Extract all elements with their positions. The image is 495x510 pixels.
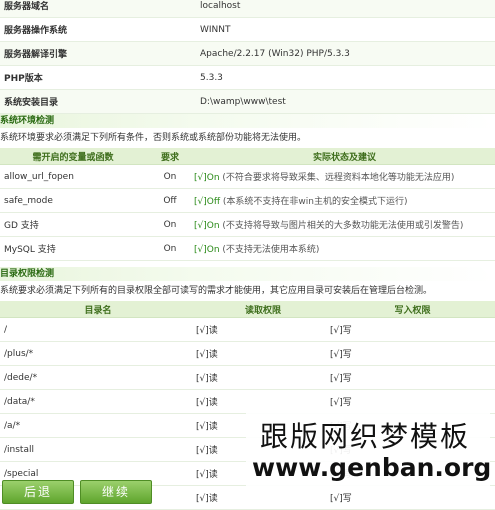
dir-name: /	[0, 317, 196, 342]
dir-name: /a/*	[0, 413, 196, 438]
info-value: 5.3.3	[200, 65, 495, 90]
env-row: MySQL 支持 On [√]On (不支持无法使用本系统)	[0, 236, 495, 261]
dir-row: / [√]读 [√]写	[0, 317, 495, 342]
env-section-title-text: 系统环境检测	[0, 116, 55, 126]
env-header-req: 要求	[146, 148, 194, 165]
info-label: 服务器域名	[0, 0, 200, 18]
dir-name: /install	[0, 437, 196, 462]
env-name: safe_mode	[0, 188, 146, 213]
dir-read: [√]读	[196, 365, 330, 390]
env-name: MySQL 支持	[0, 236, 146, 261]
env-description: 系统环境要求必须满足下列所有条件，否则系统或系统部份功能将无法使用。	[0, 133, 307, 143]
info-row: 服务器解译引擎 Apache/2.2.17 (Win32) PHP/5.3.3	[0, 41, 495, 66]
info-row: 服务器域名 localhost	[0, 0, 495, 18]
env-requirement: On	[146, 236, 194, 261]
section-corner-decoration	[481, 267, 495, 281]
env-note: (不支持将导致与图片相关的大多数功能无法使用或引发警告)	[222, 221, 464, 231]
env-note: (不符合要求将导致采集、远程资料本地化等功能无法应用)	[222, 173, 455, 183]
watermark: 跟版网织梦模板 www.genban.org	[246, 409, 492, 491]
info-row: PHP版本 5.3.3	[0, 65, 495, 90]
env-note: (不支持无法使用本系统)	[222, 245, 320, 255]
env-requirement: On	[146, 164, 194, 189]
env-check-table: 需开启的变量或函数 要求 实际状态及建议 allow_url_fopen On [√…	[0, 148, 495, 261]
env-status-cell: [√]On (不支持无法使用本系统)	[194, 236, 495, 261]
env-status: [√]On	[194, 245, 220, 255]
env-status: [√]On	[194, 173, 220, 183]
dir-name: /data/*	[0, 389, 196, 414]
dir-write: [√]写	[330, 317, 495, 342]
info-label: 服务器操作系统	[0, 17, 200, 42]
info-value: localhost	[200, 0, 495, 18]
section-corner-decoration	[481, 114, 495, 128]
dir-row: /plus/* [√]读 [√]写	[0, 341, 495, 366]
env-name: GD 支持	[0, 212, 146, 237]
env-requirement: Off	[146, 188, 194, 213]
continue-button[interactable]: 继续	[80, 480, 152, 504]
env-status-cell: [√]Off (本系统不支持在非win主机的安全模式下运行)	[194, 188, 495, 213]
dir-name: /dede/*	[0, 365, 196, 390]
dir-description: 系统要求必须满足下列所有的目录权限全部可读写的需求才能使用，其它应用目录可安装后…	[0, 286, 433, 296]
info-row: 服务器操作系统 WINNT	[0, 17, 495, 42]
info-row: 系统安装目录 D:\wamp\www\test	[0, 89, 495, 114]
install-check-page: 服务器域名 localhost 服务器操作系统 WINNT 服务器解译引擎 Apache/…	[0, 0, 495, 510]
watermark-title: 跟版网织梦模板	[260, 420, 471, 453]
env-status-cell: [√]On (不支持将导致与图片相关的大多数功能无法使用或引发警告)	[194, 212, 495, 237]
dir-write: [√]写	[330, 365, 495, 390]
info-value: D:\wamp\www\test	[200, 89, 495, 114]
dir-section-title: 目录权限检测	[0, 267, 495, 281]
env-row: GD 支持 On [√]On (不支持将导致与图片相关的大多数功能无法使用或引发警告…	[0, 212, 495, 237]
server-info-table: 服务器域名 localhost 服务器操作系统 WINNT 服务器解译引擎 Apache/…	[0, 0, 495, 114]
dir-header-read: 读取权限	[196, 301, 330, 318]
info-label: PHP版本	[0, 65, 200, 90]
info-label: 服务器解译引擎	[0, 41, 200, 66]
dir-name: /plus/*	[0, 341, 196, 366]
env-section-title: 系统环境检测	[0, 114, 495, 128]
env-status: [√]On	[194, 221, 220, 231]
env-header-status: 实际状态及建议	[194, 148, 495, 165]
dir-section-title-text: 目录权限检测	[0, 269, 55, 279]
env-status-cell: [√]On (不符合要求将导致采集、远程资料本地化等功能无法应用)	[194, 164, 495, 189]
dir-read: [√]读	[196, 341, 330, 366]
dir-row: /dede/* [√]读 [√]写	[0, 365, 495, 390]
dir-read: [√]读	[196, 317, 330, 342]
dir-header-write: 写入权限	[330, 301, 495, 318]
env-requirement: On	[146, 212, 194, 237]
env-row: safe_mode Off [√]Off (本系统不支持在非win主机的安全模式下运…	[0, 188, 495, 213]
env-row: allow_url_fopen On [√]On (不符合要求将导致采集、远程资料本…	[0, 164, 495, 189]
dir-write: [√]写	[330, 341, 495, 366]
env-name: allow_url_fopen	[0, 164, 146, 189]
env-note: (本系统不支持在非win主机的安全模式下运行)	[222, 197, 408, 207]
info-label: 系统安装目录	[0, 89, 200, 114]
env-status: [√]Off	[194, 197, 221, 207]
env-header-name: 需开启的变量或函数	[0, 148, 146, 165]
info-value: WINNT	[200, 17, 495, 42]
back-button[interactable]: 后退	[2, 480, 74, 504]
watermark-url: www.genban.org	[252, 453, 492, 482]
info-value: Apache/2.2.17 (Win32) PHP/5.3.3	[200, 41, 495, 66]
dir-header-name: 目录名	[0, 301, 196, 318]
